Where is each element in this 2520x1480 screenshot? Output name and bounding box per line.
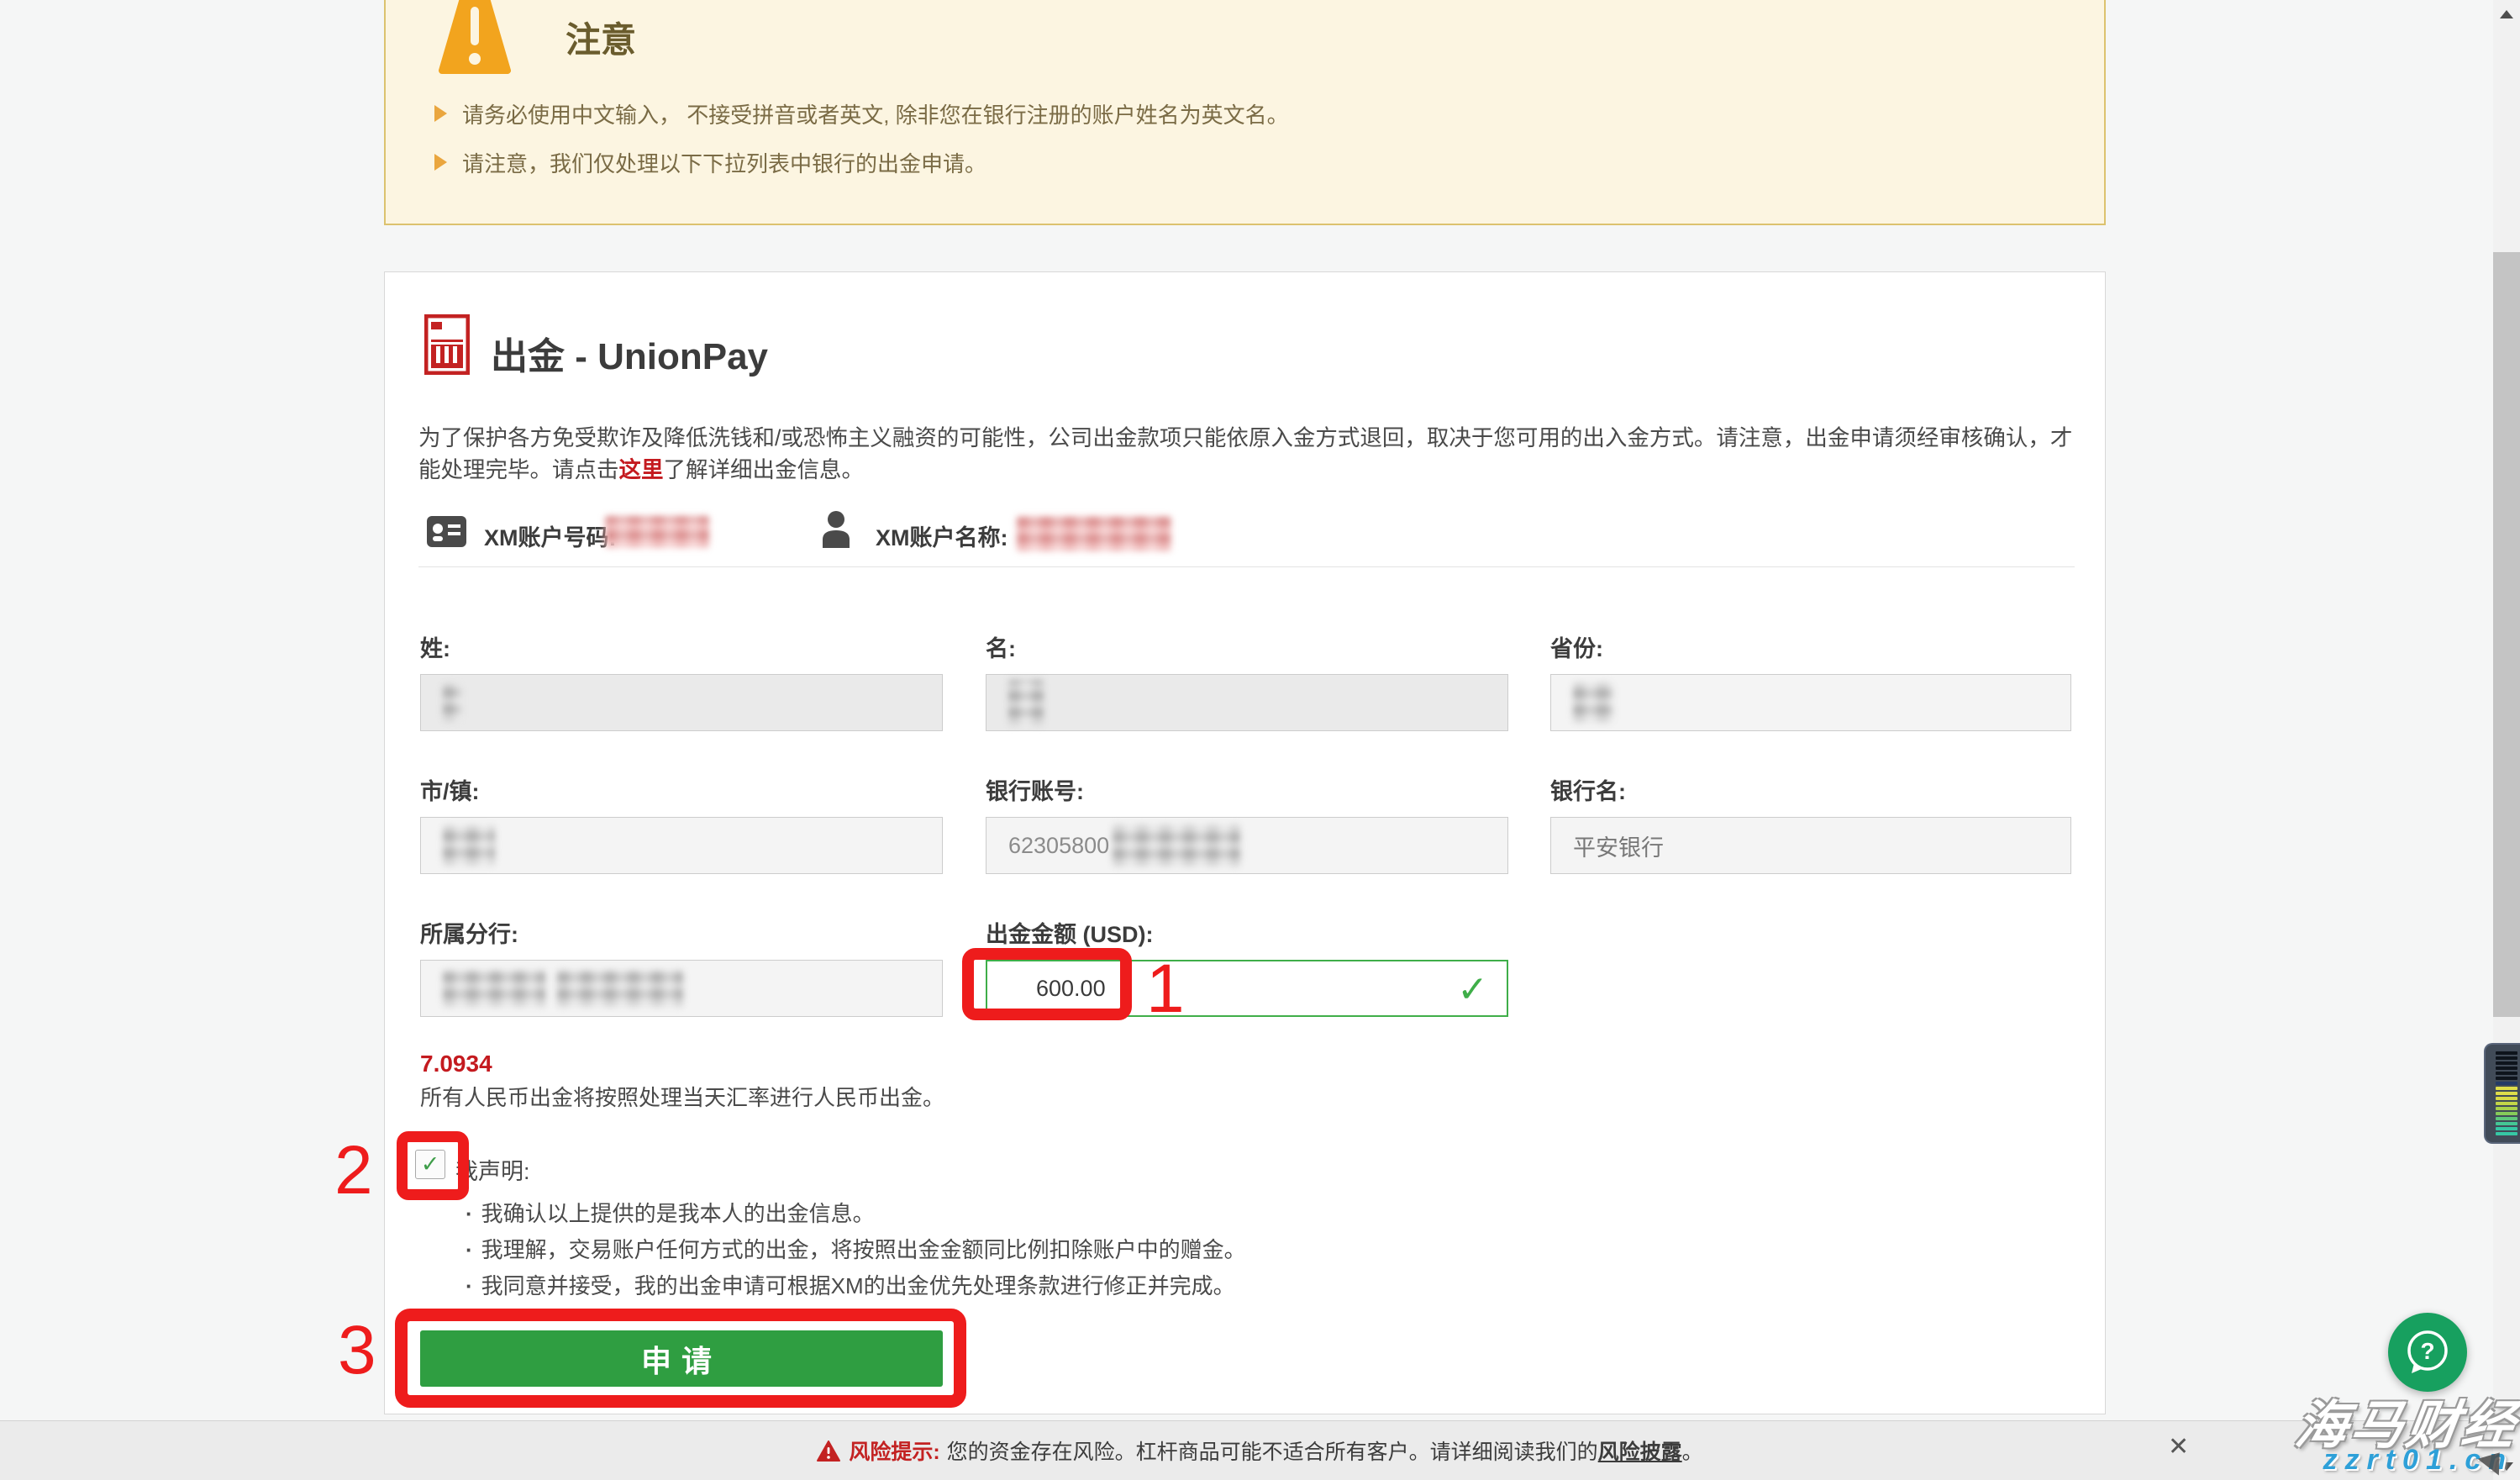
person-icon: [822, 511, 850, 548]
province-label: 省份:: [1550, 630, 1603, 663]
bullet-arrow-icon: [434, 105, 447, 122]
last-name-input[interactable]: [420, 674, 943, 731]
help-button[interactable]: ?: [2388, 1313, 2467, 1392]
annotation-number-3: 3: [338, 1316, 376, 1385]
declaration-item: 我理解，交易账户任何方式的出金，将按照出金金额同比例扣除账户中的赠金。: [466, 1233, 1246, 1264]
first-name-input[interactable]: [986, 674, 1508, 731]
redacted-account-name: [1017, 516, 1171, 551]
bank-document-icon: [424, 314, 470, 375]
withdrawal-panel: 出金 - UnionPay 为了保护各方免受欺诈及降低洗钱和/或恐怖主义融资的可…: [384, 271, 2106, 1414]
valid-check-icon: ✓: [1457, 968, 1488, 1011]
declaration-item: 我确认以上提供的是我本人的出金信息。: [466, 1197, 875, 1228]
intro-paragraph: 为了保护各方免受欺诈及降低洗钱和/或恐怖主义融资的可能性，公司出金款项只能依原入…: [418, 422, 2081, 486]
declaration-item: 我同意并接受，我的出金申请可根据XM的出金优先处理条款进行修正并完成。: [466, 1269, 1235, 1300]
account-number-label: XM账户号码:: [484, 519, 617, 552]
divider: [418, 566, 2075, 567]
city-label: 市/镇:: [420, 773, 480, 806]
branch-input[interactable]: [420, 960, 943, 1017]
amount-label: 出金金额 (USD):: [986, 916, 1153, 949]
details-link[interactable]: 这里: [619, 457, 664, 482]
panel-title: 出金 - UnionPay: [491, 326, 768, 380]
svg-text:?: ?: [2420, 1338, 2434, 1364]
account-name-label: XM账户名称:: [876, 519, 1008, 552]
help-bubble-icon: ?: [2402, 1326, 2454, 1378]
annotation-box-3: [395, 1309, 966, 1408]
bullet-arrow-icon: [434, 154, 447, 171]
redacted-city: [443, 825, 495, 866]
bank-name-label: 银行名:: [1550, 773, 1626, 806]
annotation-box-2: [397, 1131, 469, 1200]
redacted-branch: [557, 970, 683, 1007]
scroll-up-icon[interactable]: [2500, 10, 2513, 18]
notice-box: 注意 请务必使用中文输入， 不接受拼音或者英文, 除非您在银行注册的账户姓名为英…: [384, 0, 2106, 225]
close-icon[interactable]: ✕: [2168, 1432, 2189, 1462]
warning-triangle-icon: [439, 0, 511, 77]
side-panel-widget[interactable]: [2484, 1043, 2520, 1144]
withdrawal-page: 注意 请务必使用中文输入， 不接受拼音或者英文, 除非您在银行注册的账户姓名为英…: [0, 0, 2520, 1480]
exchange-rate: 7.0934: [420, 1051, 492, 1077]
province-input[interactable]: [1550, 674, 2071, 731]
bank-name-input[interactable]: 平安银行: [1550, 817, 2071, 874]
annotation-box-1: [962, 948, 1132, 1020]
bank-account-label: 银行账号:: [986, 773, 1084, 806]
city-input[interactable]: [420, 817, 943, 874]
bank-account-input[interactable]: 62305800: [986, 817, 1508, 874]
risk-warning-icon: [817, 1440, 840, 1462]
notice-item: 请注意，我们仅处理以下下拉列表中银行的出金申请。: [434, 150, 986, 178]
scrollbar-thumb[interactable]: [2493, 252, 2520, 1017]
branch-label: 所属分行:: [420, 916, 518, 949]
first-name-label: 名:: [986, 630, 1016, 663]
annotation-number-1: 1: [1146, 955, 1185, 1024]
redacted-last-name: [443, 683, 461, 722]
exchange-rate-note: 所有人民币出金将按照处理当天汇率进行人民币出金。: [420, 1081, 944, 1112]
redacted-bank-account: [1113, 824, 1240, 866]
redacted-province: [1573, 682, 1613, 723]
risk-warning-bar: 风险提示: 您的资金存在风险。杠杆商品可能不适合所有客户。请详细阅读我们的 风险…: [0, 1420, 2520, 1480]
last-name-label: 姓:: [420, 630, 450, 663]
redacted-first-name: [1008, 680, 1044, 725]
risk-disclosure-link[interactable]: 风险披露: [1598, 1435, 1682, 1466]
notice-item: 请务必使用中文输入， 不接受拼音或者英文, 除非您在银行注册的账户姓名为英文名。: [434, 101, 1289, 129]
annotation-number-2: 2: [334, 1136, 373, 1205]
redacted-account-number: [605, 516, 709, 548]
notice-heading: 注意: [566, 12, 636, 63]
id-card-icon: [427, 516, 466, 547]
redacted-branch: [443, 970, 545, 1007]
risk-warning-label: 风险提示:: [849, 1435, 939, 1466]
